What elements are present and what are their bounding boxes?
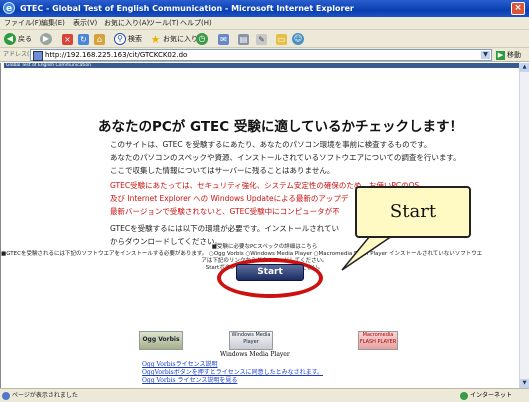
favorites-button[interactable]: ★ お気に入り [150,32,198,46]
page-heading: あなたのPCが GTEC 受験に適しているかチェックします！ [98,119,463,135]
flash-player-button[interactable]: Macromedia FLASH PLAYER [358,331,398,350]
search-icon: ⚲ [114,33,126,45]
mail-icon: ✉ [218,33,229,45]
ogg-consent-link[interactable]: OggVorbisボタンを押すとライセンスに同意したとみなされます。 [142,369,323,376]
wmp-caption: Windows Media Player [220,351,290,358]
requirement-line-1: GTECを受験するには以下の環境が必要です。インストールされてい [110,224,339,233]
window-title: GTEC - Global Test of English Communicat… [20,4,354,13]
spec-details-link[interactable]: ■受験に必要なPCスペックの詳細はこちら [0,244,529,251]
menu-help[interactable]: ヘルプ(H) [180,18,212,29]
edit-icon: ✎ [256,33,267,45]
toolbar: ◀ 戻る ▶ × ↻ ⌂ ⚲ 検索 ★ お気に入り ◷ ✉ ▤ ✎ ▭ ☺ [0,30,529,48]
scroll-down-icon[interactable]: ▼ [520,379,529,388]
ogg-license-view-link[interactable]: Ogg Vorbis ライセンス説明を見る [142,377,237,384]
vertical-scrollbar[interactable]: ▲ ▼ [519,63,529,388]
forward-button[interactable]: ▶ [40,32,54,46]
print-icon: ▤ [238,33,249,45]
refresh-icon: ↻ [78,33,89,45]
ogg-vorbis-button[interactable]: Ogg Vorbis [139,331,183,350]
scroll-up-icon[interactable]: ▲ [520,63,529,72]
internet-zone-icon [460,392,468,400]
menu-favorites[interactable]: お気に入り(A) [104,18,149,29]
menu-edit[interactable]: 編集(E) [41,18,65,29]
status-bar: ページが表示されました インターネット [0,388,529,402]
intro-line-3: ここで収集した情報についてはサーバーに残ることはありません。 [110,166,335,175]
stop-button[interactable]: × [62,32,75,46]
gtec-header-tag: Global Test of English Communication [6,63,91,68]
start-button[interactable]: Start [236,264,304,281]
warning-line-2: 及び Internet Explorer への Windows Updateによ… [110,194,349,203]
folder-button[interactable]: ▭ [276,32,289,46]
go-arrow-icon: ▶ [496,51,505,60]
menu-bar: ファイル(F) 編集(E) 表示(V) お気に入り(A) ツール(T) ヘルプ(… [0,17,529,30]
mail-button[interactable]: ✉ [218,32,231,46]
back-button[interactable]: ◀ 戻る [4,32,32,46]
window-titlebar: e GTEC - Global Test of English Communic… [0,0,529,17]
zone-text: インターネット [470,392,513,399]
status-text: ページが表示されました [12,392,78,399]
page-loaded-icon [2,392,10,400]
address-bar: アドレス(D) http://192.168.225.163/cit/GTCKC… [0,48,529,62]
star-icon: ★ [150,32,161,46]
messenger-button[interactable]: ☺ [292,32,306,46]
edit-button[interactable]: ✎ [256,32,269,46]
windows-media-player-button[interactable]: Windows Media Player [229,331,273,350]
home-icon: ⌂ [94,33,105,45]
software-note: ■GTECを受験されるには下記のソフトウエアをインストールする必要があります。 … [1,251,483,257]
address-input[interactable]: http://192.168.225.163/cit/GTCKCK02.do ▼ [30,49,492,61]
go-button[interactable]: ▶ 移動 [496,49,526,61]
messenger-icon: ☺ [292,33,304,45]
home-button[interactable]: ⌂ [94,32,107,46]
ogg-license-link[interactable]: Ogg Vorbisライセンス説明 [142,361,218,368]
intro-line-2: あなたのパソコンのスペックや資源、インストールされているソフトウエアについての調… [110,153,461,162]
page-icon [33,51,43,61]
stop-icon: × [62,33,73,45]
ie-icon: e [3,2,15,14]
folder-icon: ▭ [276,33,287,45]
back-arrow-icon: ◀ [4,33,16,45]
address-url: http://192.168.225.163/cit/GTCKCK02.do [45,51,188,59]
intro-line-1: このサイトは、GTEC を受験するにあたり、あなたのパソコン環境を事前に検査する… [110,140,432,149]
menu-file[interactable]: ファイル(F) [4,18,42,29]
forward-arrow-icon: ▶ [40,33,52,45]
menu-view[interactable]: 表示(V) [73,18,97,29]
history-button[interactable]: ◷ [196,32,210,46]
close-button[interactable]: × [511,2,525,15]
start-callout: Start [355,186,471,238]
warning-line-3: 最新バージョンで受験されないと、GTEC受験中にコンピュータが不 [110,207,340,216]
history-icon: ◷ [196,33,208,45]
print-button[interactable]: ▤ [238,32,251,46]
chevron-down-icon[interactable]: ▼ [481,51,490,59]
menu-tools[interactable]: ツール(T) [148,18,179,29]
search-button[interactable]: ⚲ 検索 [114,32,142,46]
refresh-button[interactable]: ↻ [78,32,91,46]
